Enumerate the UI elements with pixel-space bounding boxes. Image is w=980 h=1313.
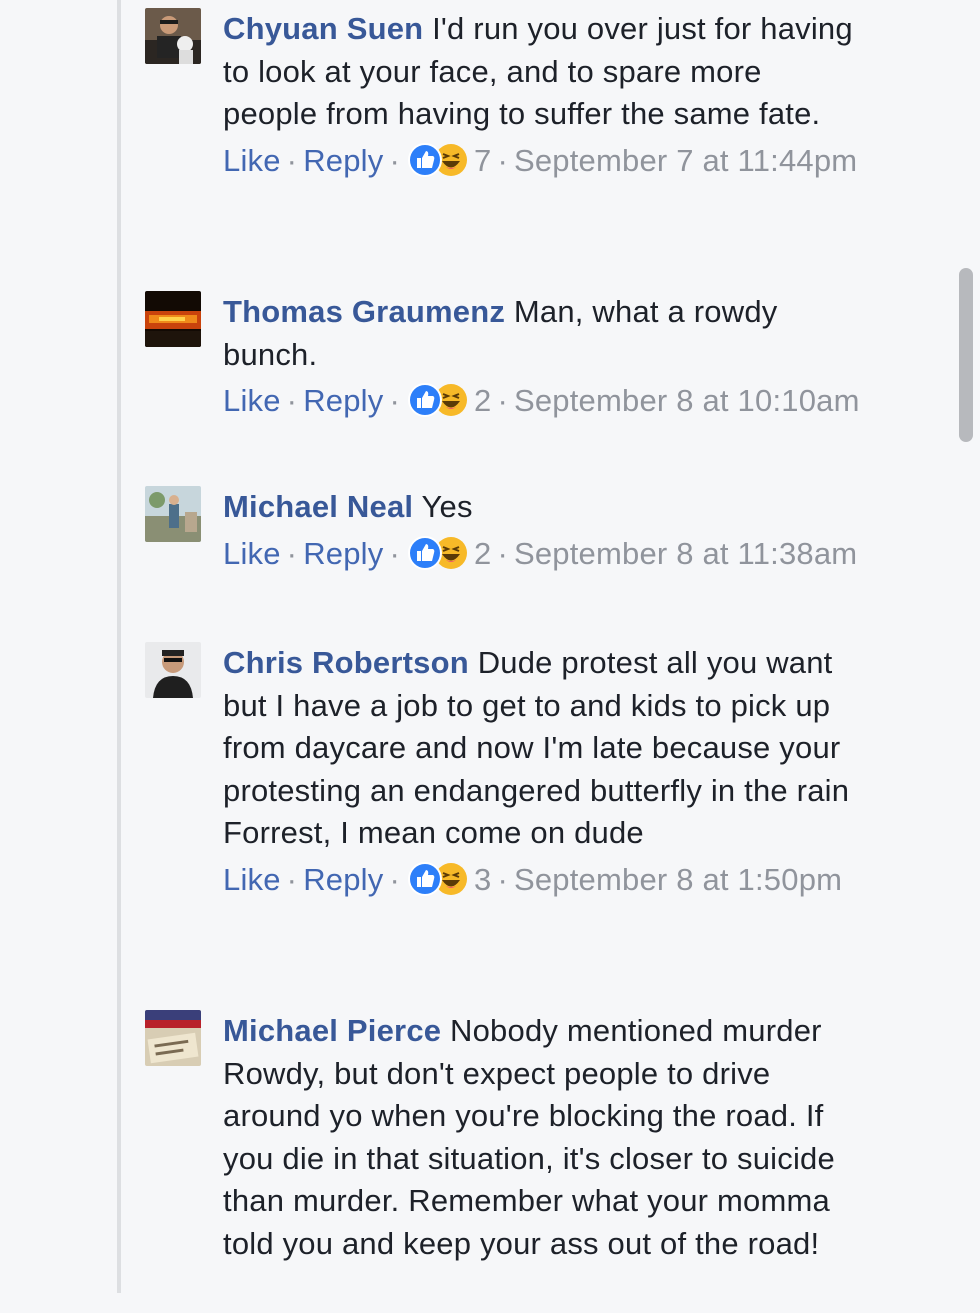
like-reaction-icon (408, 861, 442, 896)
person-photo-avatar-icon (145, 8, 201, 64)
reactions-summary[interactable] (408, 535, 470, 570)
separator-dot: · (497, 383, 508, 419)
reply-button[interactable]: Reply (303, 143, 383, 178)
comment-actions: Like · Reply · 2 · September 8 at 10:10am (223, 380, 863, 423)
like-button[interactable]: Like (223, 143, 281, 178)
comment-message: Yes (421, 489, 473, 524)
comment-body: Thomas Graumenz Man, what a rowdy bunch.… (223, 291, 863, 423)
like-reaction-icon (408, 383, 442, 418)
separator-dot: · (389, 383, 400, 419)
separator-dot: · (286, 383, 298, 419)
reaction-count: 3 (474, 861, 492, 897)
scrollbar-thumb[interactable] (959, 268, 973, 442)
comment-author-link[interactable]: Thomas Graumenz (223, 294, 505, 329)
comment-timestamp[interactable]: September 8 at 1:50pm (514, 862, 842, 897)
comment-message: Nobody mentioned murder Rowdy, but don't… (223, 1013, 835, 1261)
comment-list: Chyuan Suen I'd run you over just for ha… (0, 0, 980, 1313)
comment-timestamp[interactable]: September 8 at 11:38am (514, 536, 857, 571)
reaction-count: 2 (474, 535, 492, 571)
separator-dot: · (286, 861, 298, 897)
comment-body: Chyuan Suen I'd run you over just for ha… (223, 8, 863, 182)
like-button[interactable]: Like (223, 862, 281, 897)
reply-button[interactable]: Reply (303, 383, 383, 418)
flag-sign-photo-avatar-icon (145, 1010, 201, 1066)
like-reaction-icon (408, 142, 442, 177)
reply-button[interactable]: Reply (303, 536, 383, 571)
separator-dot: · (389, 142, 400, 178)
comment-text: Chyuan Suen I'd run you over just for ha… (223, 8, 863, 136)
comment-timestamp[interactable]: September 8 at 10:10am (514, 383, 860, 418)
avatar[interactable] (145, 486, 201, 542)
comment-body: Michael Pierce Nobody mentioned murder R… (223, 1010, 863, 1266)
fire-photo-avatar-icon (145, 291, 201, 347)
scrollbar[interactable] (950, 0, 980, 1313)
reply-button[interactable]: Reply (303, 862, 383, 897)
comment-author-link[interactable]: Michael Pierce (223, 1013, 441, 1048)
comment-body: Michael Neal Yes Like · Reply · 2 · September … (223, 486, 863, 575)
comment-actions: Like · Reply · 2 · September 8 at 11:38am (223, 533, 863, 576)
person-photo-avatar-icon (145, 642, 201, 698)
separator-dot: · (286, 142, 298, 178)
comment-text: Michael Neal Yes (223, 486, 863, 529)
reaction-count: 7 (474, 142, 492, 178)
reactions-summary[interactable] (408, 383, 470, 418)
comment-author-link[interactable]: Michael Neal (223, 489, 413, 524)
avatar[interactable] (145, 642, 201, 698)
comment-timestamp[interactable]: September 7 at 11:44pm (514, 143, 857, 178)
comment-body: Chris Robertson Dude protest all you wan… (223, 642, 863, 902)
separator-dot: · (497, 861, 508, 897)
like-reaction-icon (408, 535, 442, 570)
reactions-summary[interactable] (408, 142, 470, 177)
comment-actions: Like · Reply · 3 · September 8 at 1:50pm (223, 859, 863, 902)
separator-dot: · (389, 535, 400, 571)
comment-text: Thomas Graumenz Man, what a rowdy bunch. (223, 291, 863, 376)
reactions-summary[interactable] (408, 861, 470, 896)
comment-actions: Like · Reply · 7 · September 7 at 11:44pm (223, 140, 863, 183)
comment-text: Michael Pierce Nobody mentioned murder R… (223, 1010, 863, 1266)
avatar[interactable] (145, 1010, 201, 1066)
reaction-count: 2 (474, 383, 492, 419)
like-button[interactable]: Like (223, 536, 281, 571)
separator-dot: · (389, 861, 400, 897)
comment-author-link[interactable]: Chris Robertson (223, 645, 469, 680)
separator-dot: · (497, 142, 508, 178)
avatar[interactable] (145, 291, 201, 347)
comment-text: Chris Robertson Dude protest all you wan… (223, 642, 863, 855)
like-button[interactable]: Like (223, 383, 281, 418)
comment-author-link[interactable]: Chyuan Suen (223, 11, 423, 46)
avatar[interactable] (145, 8, 201, 64)
separator-dot: · (497, 535, 508, 571)
outdoor-photo-avatar-icon (145, 486, 201, 542)
separator-dot: · (286, 535, 298, 571)
